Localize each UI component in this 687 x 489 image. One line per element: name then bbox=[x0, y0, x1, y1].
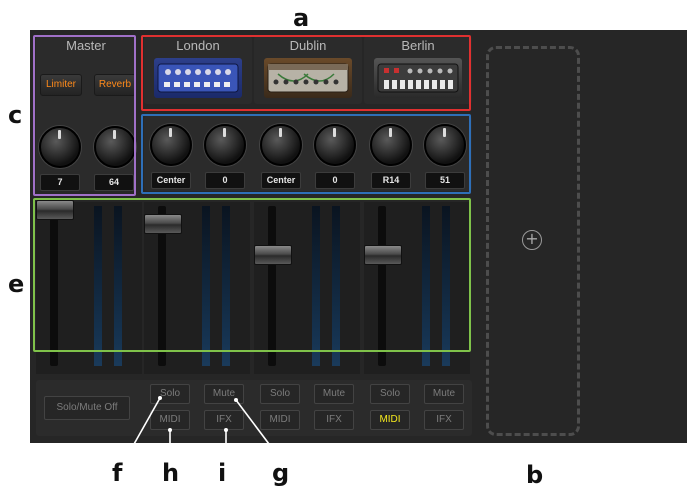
callout-lines bbox=[124, 396, 282, 461]
